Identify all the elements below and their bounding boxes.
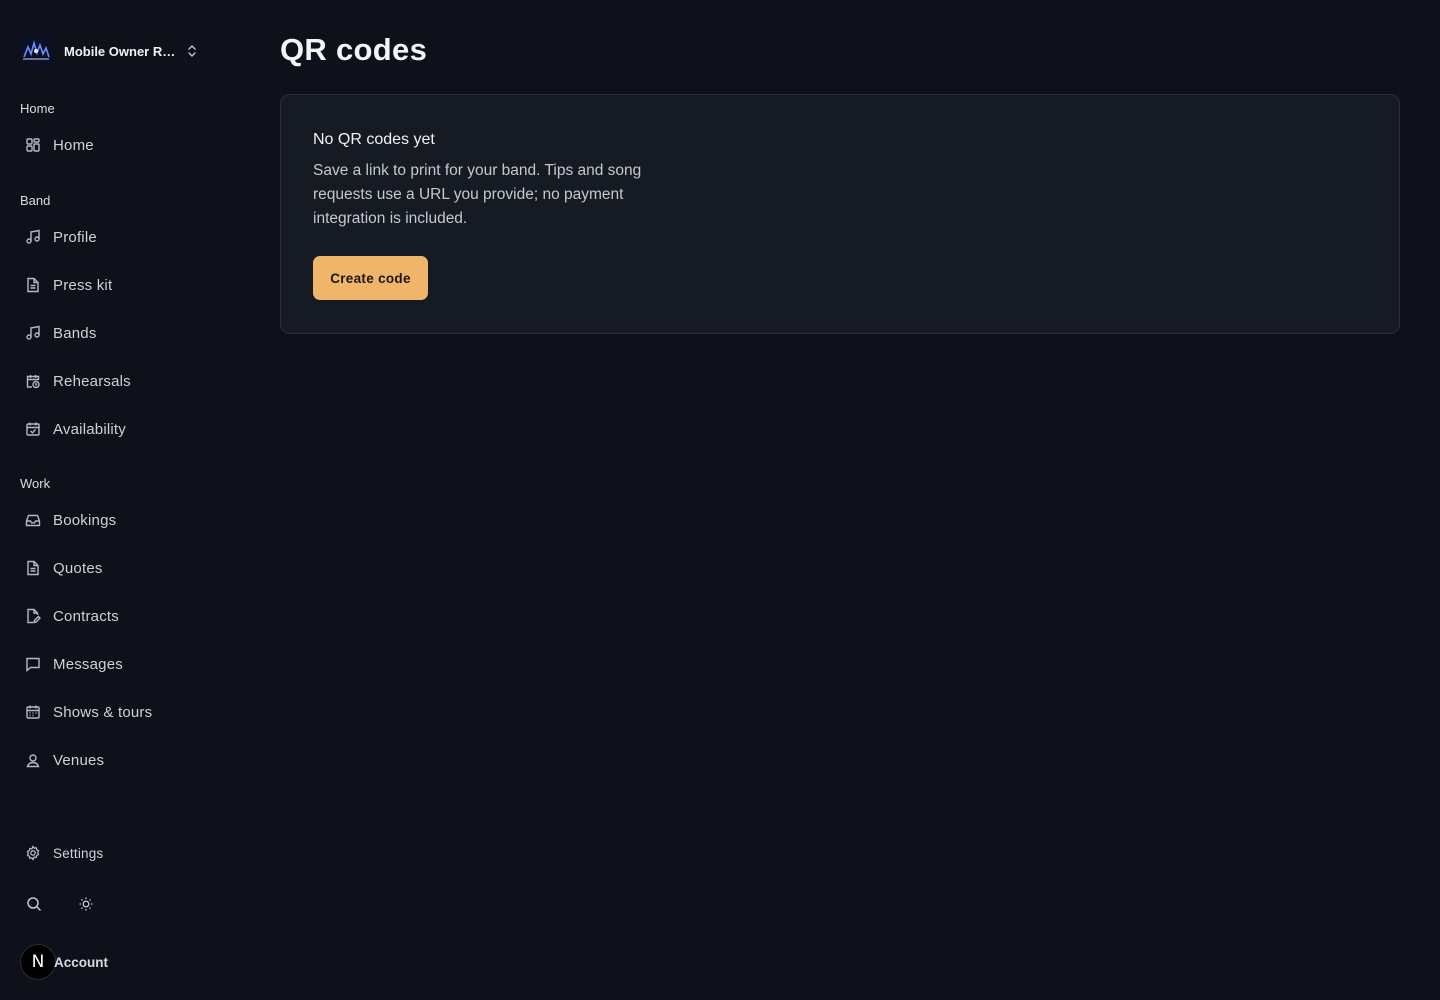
sidebar-item-label: Bands [53,324,97,342]
music-note-icon [24,228,42,246]
band-logo-icon [20,35,52,67]
sidebar-item-label: Messages [53,655,123,673]
search-button[interactable] [20,892,48,920]
message-icon [24,655,42,673]
inbox-icon [24,511,42,529]
theme-toggle-button[interactable] [72,892,100,920]
sidebar-item-label: Contracts [53,607,119,625]
section-label-work: Work [20,476,51,491]
sidebar-item-label: Venues [53,751,105,769]
calendar-icon [24,703,42,721]
create-code-button[interactable]: Create code [313,256,428,300]
sidebar-item-home[interactable]: Home [14,127,224,163]
section-label-home: Home [20,101,55,116]
calendar-clock-icon [24,372,42,390]
empty-state-title: No QR codes yet [313,131,435,148]
account-menu[interactable]: N Account [20,944,108,980]
sidebar-item-messages[interactable]: Messages [14,646,224,682]
account-label: Account [54,954,108,970]
sidebar-item-bands[interactable]: Bands [14,315,224,351]
sidebar-item-quotes[interactable]: Quotes [14,550,224,586]
sidebar-item-label: Press kit [53,276,113,294]
sun-icon [78,896,94,917]
workspace-switcher[interactable]: Mobile Owner Re... [20,34,210,68]
music-note-icon [24,324,42,342]
sidebar-item-label: Profile [53,228,97,246]
workspace-name: Mobile Owner Re... [64,43,178,59]
sidebar-item-profile[interactable]: Profile [14,219,224,255]
document-icon [24,276,42,294]
sidebar: Mobile Owner Re... Home Home Band Profil… [0,0,240,1000]
sidebar-item-settings[interactable]: Settings [14,835,224,871]
page-title: QR codes [280,32,428,67]
sidebar-item-contracts[interactable]: Contracts [14,598,224,634]
section-label-band: Band [20,193,51,208]
sidebar-item-press-kit[interactable]: Press kit [14,267,224,303]
empty-state-text: Save a link to print for your band. Tips… [313,162,642,227]
avatar: N [20,944,56,980]
search-icon [26,896,42,917]
chevron-updown-icon [184,43,200,59]
sidebar-item-rehearsals[interactable]: Rehearsals [14,363,224,399]
sidebar-item-label: Shows & tours [53,703,153,721]
sidebar-item-label: Bookings [53,511,117,529]
sidebar-item-availability[interactable]: Availability [14,411,224,447]
sidebar-item-label: Settings [53,845,104,861]
sidebar-item-label: Quotes [53,559,103,577]
sidebar-item-label: Availability [53,420,126,438]
grid-icon [24,136,42,154]
document-edit-icon [24,607,42,625]
sidebar-item-bookings[interactable]: Bookings [14,502,224,538]
map-pin-icon [24,751,42,769]
empty-state-card: No QR codes yet Save a link to print for… [280,94,1400,334]
sidebar-item-venues[interactable]: Venues [14,742,224,778]
document-icon [24,559,42,577]
calendar-check-icon [24,420,42,438]
sidebar-item-shows-tours[interactable]: Shows & tours [14,694,224,730]
gear-icon [24,844,42,862]
sidebar-item-label: Rehearsals [53,372,131,390]
app-root: Mobile Owner Re... Home Home Band Profil… [0,0,1440,1000]
sidebar-item-label: Home [53,136,94,154]
